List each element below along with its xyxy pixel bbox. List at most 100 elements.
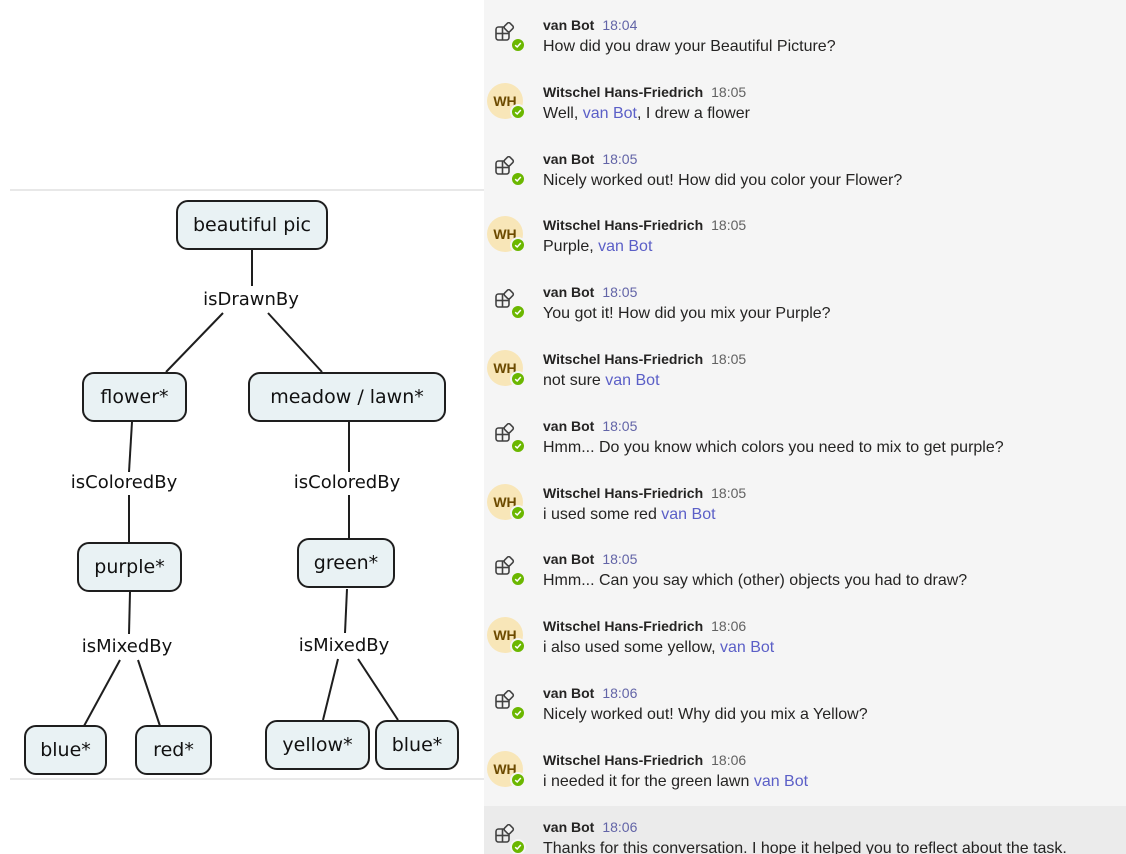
edge-ismixedby-blue-2 xyxy=(357,658,399,721)
bot-avatar[interactable] xyxy=(487,818,526,854)
message-text-body: Well, xyxy=(543,104,583,122)
user-avatar[interactable]: WH xyxy=(487,350,526,387)
bot-avatar[interactable] xyxy=(487,283,526,321)
user-avatar[interactable]: WH xyxy=(487,483,526,521)
message-text-body: Purple, xyxy=(543,238,599,256)
node-flower: flower* xyxy=(82,372,187,422)
mention-link[interactable]: van Bot xyxy=(583,105,637,122)
message-text: Hmm... Do you know which colors you need… xyxy=(543,439,1004,457)
edge-ismixedby-yellow xyxy=(322,658,339,721)
bot-avatar[interactable] xyxy=(487,417,526,454)
message-header: van Bot 18:05 xyxy=(543,551,637,567)
bot-avatar[interactable] xyxy=(487,684,526,721)
chat-message[interactable]: WH Witschel Hans-Friedrich 18:05 Purple, va… xyxy=(484,204,1126,271)
presence-available-icon xyxy=(510,170,526,187)
relation-isdrawnby: isDrawnBy xyxy=(201,289,301,311)
message-text: Nicely worked out! How did you color you… xyxy=(543,172,902,190)
message-header: van Bot 18:06 xyxy=(543,819,637,835)
sender-name[interactable]: van Bot xyxy=(543,17,594,33)
presence-available-icon xyxy=(510,371,526,387)
sender-name[interactable]: van Bot xyxy=(543,819,594,835)
bot-avatar[interactable] xyxy=(487,550,526,588)
user-avatar[interactable]: WH xyxy=(487,216,526,254)
message-text-body: You got it! How did you mix your Purple? xyxy=(543,305,831,323)
sender-name[interactable]: Witschel Hans-Friedrich xyxy=(543,217,703,233)
presence-available-icon xyxy=(510,838,526,854)
sender-name[interactable]: van Bot xyxy=(543,418,594,434)
mention-link[interactable]: van Bot xyxy=(598,238,652,255)
chat-message[interactable]: van Bot 18:05 You got it! How did you mix … xyxy=(484,271,1126,338)
chat-message[interactable]: van Bot 18:05 Nicely worked out! How did y… xyxy=(484,138,1126,205)
message-timestamp: 18:04 xyxy=(602,17,638,33)
message-header: Witschel Hans-Friedrich 18:05 xyxy=(543,485,746,501)
message-text-body: Hmm... Do you know which colors you need… xyxy=(543,438,1004,456)
message-timestamp: 18:05 xyxy=(711,83,747,100)
mention-link[interactable]: van Bot xyxy=(754,773,808,790)
node-red: red* xyxy=(135,725,212,775)
edge-flower-iscoloredby xyxy=(128,421,133,473)
sender-name[interactable]: van Bot xyxy=(543,284,594,300)
message-header: van Bot 18:06 xyxy=(543,685,637,701)
presence-available-icon xyxy=(510,571,526,588)
message-timestamp: 18:06 xyxy=(602,685,638,701)
relation-iscoloredby-meadow: isColoredBy xyxy=(291,472,403,494)
node-purple: purple* xyxy=(77,542,182,592)
chat-message[interactable]: van Bot 18:04 How did you draw your Beauti… xyxy=(484,4,1126,71)
presence-available-icon xyxy=(510,237,526,254)
chat-message[interactable]: WH Witschel Hans-Friedrich 18:06 i also use… xyxy=(484,605,1126,672)
edge-isdrawnby-meadow xyxy=(267,312,323,373)
mention-link[interactable]: van Bot xyxy=(720,639,774,656)
chat-message[interactable]: WH Witschel Hans-Friedrich 18:05 not sure v… xyxy=(484,338,1126,405)
message-text-body: Nicely worked out! Why did you mix a Yel… xyxy=(543,706,868,723)
mention-link[interactable]: van Bot xyxy=(605,372,659,389)
sender-name[interactable]: Witschel Hans-Friedrich xyxy=(543,752,703,768)
node-beautiful-pic: beautiful pic xyxy=(176,200,328,250)
message-text-body: i needed it for the green lawn xyxy=(543,772,754,790)
message-text-body: i also used some yellow, xyxy=(543,639,720,657)
relation-ismixedby-green: isMixedBy xyxy=(296,635,392,657)
chat-message[interactable]: van Bot 18:05 Hmm... Do you know which col… xyxy=(484,405,1126,472)
sender-name[interactable]: Witschel Hans-Friedrich xyxy=(543,618,703,634)
chat-message[interactable]: WH Witschel Hans-Friedrich 18:05 Well, van … xyxy=(484,71,1126,138)
message-text: i also used some yellow, van Bot xyxy=(543,639,774,657)
sender-name[interactable]: Witschel Hans-Friedrich xyxy=(543,485,703,501)
node-meadow-lawn: meadow / lawn* xyxy=(248,372,446,422)
message-timestamp: 18:05 xyxy=(602,417,638,434)
message-text-body: not sure xyxy=(543,372,606,389)
message-timestamp: 18:05 xyxy=(602,150,638,167)
relation-iscoloredby-flower: isColoredBy xyxy=(68,472,180,494)
sender-name[interactable]: van Bot xyxy=(543,151,594,167)
message-text: i used some red van Bot xyxy=(543,506,716,524)
bot-avatar[interactable] xyxy=(487,16,526,53)
node-blue: blue* xyxy=(24,725,107,775)
message-header: Witschel Hans-Friedrich 18:06 xyxy=(543,618,746,634)
message-header: van Bot 18:04 xyxy=(543,17,637,33)
edge-ismixedby-red xyxy=(137,659,161,727)
chat-panel[interactable]: van Bot 18:04 How did you draw your Beauti… xyxy=(484,0,1126,854)
edge-isdrawnby-flower xyxy=(165,312,224,373)
message-timestamp: 18:05 xyxy=(602,551,638,568)
sender-name[interactable]: Witschel Hans-Friedrich xyxy=(543,351,703,367)
presence-available-icon xyxy=(510,37,526,53)
bot-avatar[interactable] xyxy=(487,150,526,187)
mention-link[interactable]: van Bot xyxy=(661,506,715,523)
chat-message[interactable]: van Bot 18:05 Hmm... Can you say which (ot… xyxy=(484,538,1126,605)
user-avatar[interactable]: WH xyxy=(487,617,526,655)
message-text-body: i used some red xyxy=(543,505,662,523)
sender-name[interactable]: Witschel Hans-Friedrich xyxy=(543,84,703,100)
chat-message[interactable]: WH Witschel Hans-Friedrich 18:06 i needed i… xyxy=(484,739,1126,806)
presence-available-icon xyxy=(510,705,526,721)
chat-message[interactable]: van Bot 18:06 Nicely worked out! Why did y… xyxy=(484,672,1126,739)
sender-name[interactable]: van Bot xyxy=(543,685,594,701)
message-text: not sure van Bot xyxy=(543,372,660,390)
chat-message[interactable]: van Bot 18:06 Thanks for this conversation… xyxy=(484,805,1126,854)
edge-green-ismixedby xyxy=(344,588,348,634)
chat-message[interactable]: WH Witschel Hans-Friedrich 18:05 i used som… xyxy=(484,472,1126,539)
presence-available-icon xyxy=(510,638,526,655)
user-avatar[interactable]: WH xyxy=(487,750,526,788)
message-text-body: Nicely worked out! How did you color you… xyxy=(543,171,903,189)
message-text-body: Thanks for this conversation. I hope it … xyxy=(543,839,1067,854)
user-avatar[interactable]: WH xyxy=(487,82,526,120)
node-green: green* xyxy=(297,538,395,588)
sender-name[interactable]: van Bot xyxy=(543,551,594,567)
